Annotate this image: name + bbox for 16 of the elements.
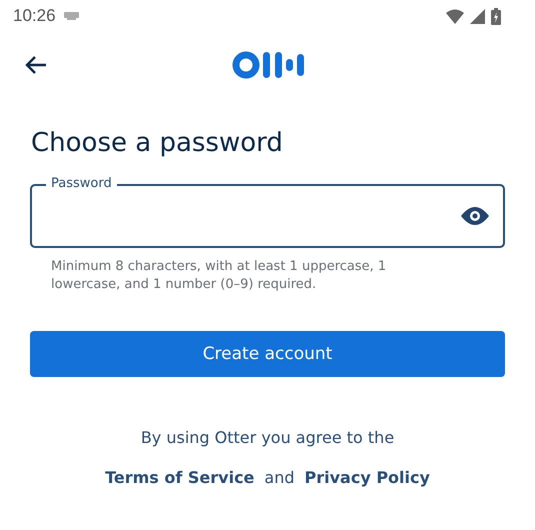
clock-time: 10:26 xyxy=(13,6,56,26)
helper-text: Minimum 8 characters, with at least 1 uppercase, 1 lowercase, and 1 number (0–9) required. xyxy=(51,258,388,294)
privacy-link[interactable]: Privacy Policy xyxy=(304,468,430,487)
eye-icon[interactable] xyxy=(461,207,489,225)
signal-icon xyxy=(470,8,485,24)
battery-icon xyxy=(491,8,501,24)
wifi-icon xyxy=(446,8,464,24)
conjunction-text: and xyxy=(264,468,295,487)
password-field[interactable]: Password xyxy=(30,176,505,248)
create-account-button[interactable]: Create account xyxy=(30,331,505,377)
back-arrow-icon[interactable] xyxy=(25,56,47,74)
logo-icon xyxy=(232,51,306,79)
page-title: Choose a password xyxy=(31,127,284,160)
terms-link[interactable]: Terms of Service xyxy=(105,468,254,487)
agreement-text: By using Otter you agree to the xyxy=(140,427,396,449)
keyboard-icon xyxy=(64,12,79,20)
